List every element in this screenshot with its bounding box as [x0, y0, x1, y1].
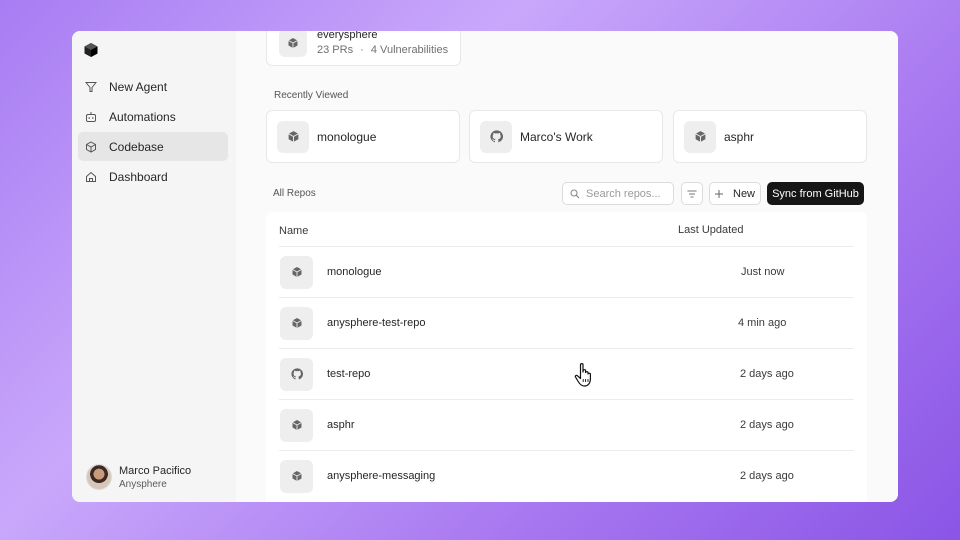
- agent-icon: [85, 81, 97, 92]
- user-profile[interactable]: Marco Pacifico Anysphere: [86, 464, 191, 490]
- repo-updated: 2 days ago: [740, 419, 794, 431]
- recent-card-title: monologue: [317, 129, 377, 144]
- sync-github-button[interactable]: Sync from GitHub: [767, 182, 864, 205]
- repo-updated: 4 min ago: [738, 317, 787, 329]
- sidebar: New Agent Automations Codebase Dashboard…: [72, 31, 236, 502]
- sidebar-item-new-agent[interactable]: New Agent: [78, 72, 228, 101]
- cube-icon: [291, 420, 302, 430]
- filter-button[interactable]: [681, 182, 703, 205]
- repo-card-vulns: 4 Vulnerabilities: [370, 44, 449, 56]
- recent-card-title: Marco's Work: [520, 129, 593, 144]
- repo-name: anysphere-messaging: [327, 470, 436, 482]
- plus-icon: [715, 189, 723, 198]
- main-content: everysphere 23 PRs · 4 Vulnerabilities R…: [236, 31, 898, 502]
- app-window: New Agent Automations Codebase Dashboard…: [72, 31, 898, 502]
- recent-card-asphr[interactable]: asphr: [673, 110, 867, 163]
- sidebar-item-automations[interactable]: Automations: [78, 102, 228, 131]
- sidebar-item-codebase[interactable]: Codebase: [78, 132, 228, 161]
- repo-card-title: everysphere: [317, 31, 378, 41]
- cube-icon: [694, 131, 706, 142]
- table-row[interactable]: monologue Just now: [279, 246, 854, 297]
- cube-icon: [288, 37, 298, 48]
- recent-card-monologue[interactable]: monologue: [266, 110, 460, 163]
- home-icon: [86, 171, 96, 182]
- sidebar-item-label: New Agent: [109, 79, 168, 94]
- search-input[interactable]: [586, 187, 670, 200]
- column-header-name[interactable]: Name: [279, 225, 308, 237]
- repo-icon-box: [279, 31, 307, 57]
- repo-name: asphr: [327, 419, 355, 431]
- repo-icon-box: [280, 306, 313, 340]
- repo-icon-box: [280, 255, 313, 289]
- recent-card-marcos-work[interactable]: Marco's Work: [469, 110, 663, 163]
- new-repo-button[interactable]: New: [709, 182, 761, 205]
- recently-viewed-label: Recently Viewed: [274, 90, 349, 101]
- sidebar-item-dashboard[interactable]: Dashboard: [78, 162, 228, 191]
- repo-name: anysphere-test-repo: [327, 317, 426, 329]
- new-repo-label: New: [733, 187, 756, 200]
- search-icon: [570, 188, 580, 198]
- repo-updated: 2 days ago: [740, 470, 794, 482]
- user-name: Marco Pacifico: [119, 464, 192, 477]
- table-row[interactable]: anysphere-messaging 2 days ago: [279, 450, 854, 501]
- repos-table: Name Last Updated monologue Just now any…: [266, 212, 867, 502]
- repo-icon-box: [280, 408, 313, 442]
- repo-name: test-repo: [327, 368, 371, 380]
- sidebar-item-label: Dashboard: [109, 169, 168, 184]
- repo-icon-box: [684, 120, 716, 153]
- filter-icon: [687, 190, 697, 197]
- robot-icon: [86, 111, 96, 122]
- sidebar-nav: New Agent Automations Codebase Dashboard: [78, 72, 228, 192]
- hand-pointer-icon: [574, 363, 591, 387]
- repo-card-everysphere[interactable]: everysphere 23 PRs · 4 Vulnerabilities: [266, 31, 461, 66]
- repo-icon-box: [280, 357, 313, 391]
- table-row[interactable]: asphr 2 days ago: [279, 399, 854, 450]
- avatar: [86, 464, 112, 490]
- sidebar-item-label: Automations: [109, 109, 176, 124]
- table-row[interactable]: test-repo 2 days ago: [279, 348, 854, 399]
- recent-card-title: asphr: [724, 129, 755, 144]
- column-header-last-updated[interactable]: Last Updated: [678, 224, 743, 236]
- repo-icon-box: [277, 120, 309, 153]
- cube-icon: [287, 131, 299, 142]
- app-logo-icon: [84, 43, 98, 57]
- github-icon: [489, 130, 503, 143]
- repo-icon-box: [280, 459, 313, 493]
- table-row[interactable]: anysphere-test-repo 4 min ago: [279, 297, 854, 348]
- repo-card-prs: 23 PRs: [317, 44, 354, 56]
- repo-card-separator: ·: [360, 44, 364, 56]
- cube-icon: [291, 318, 302, 328]
- repo-updated: 2 days ago: [740, 368, 794, 380]
- cube-icon: [86, 140, 96, 153]
- repo-updated: Just now: [741, 266, 785, 278]
- github-icon: [290, 368, 303, 380]
- user-org: Anysphere: [119, 478, 167, 490]
- cube-icon: [291, 471, 302, 481]
- cube-icon: [291, 267, 302, 277]
- search-box[interactable]: [562, 182, 674, 205]
- repo-icon-box: [480, 120, 512, 153]
- repo-name: monologue: [327, 266, 382, 278]
- all-repos-label: All Repos: [273, 188, 316, 199]
- sidebar-item-label: Codebase: [109, 139, 164, 154]
- repo-card-stats: 23 PRs · 4 Vulnerabilities: [317, 44, 448, 56]
